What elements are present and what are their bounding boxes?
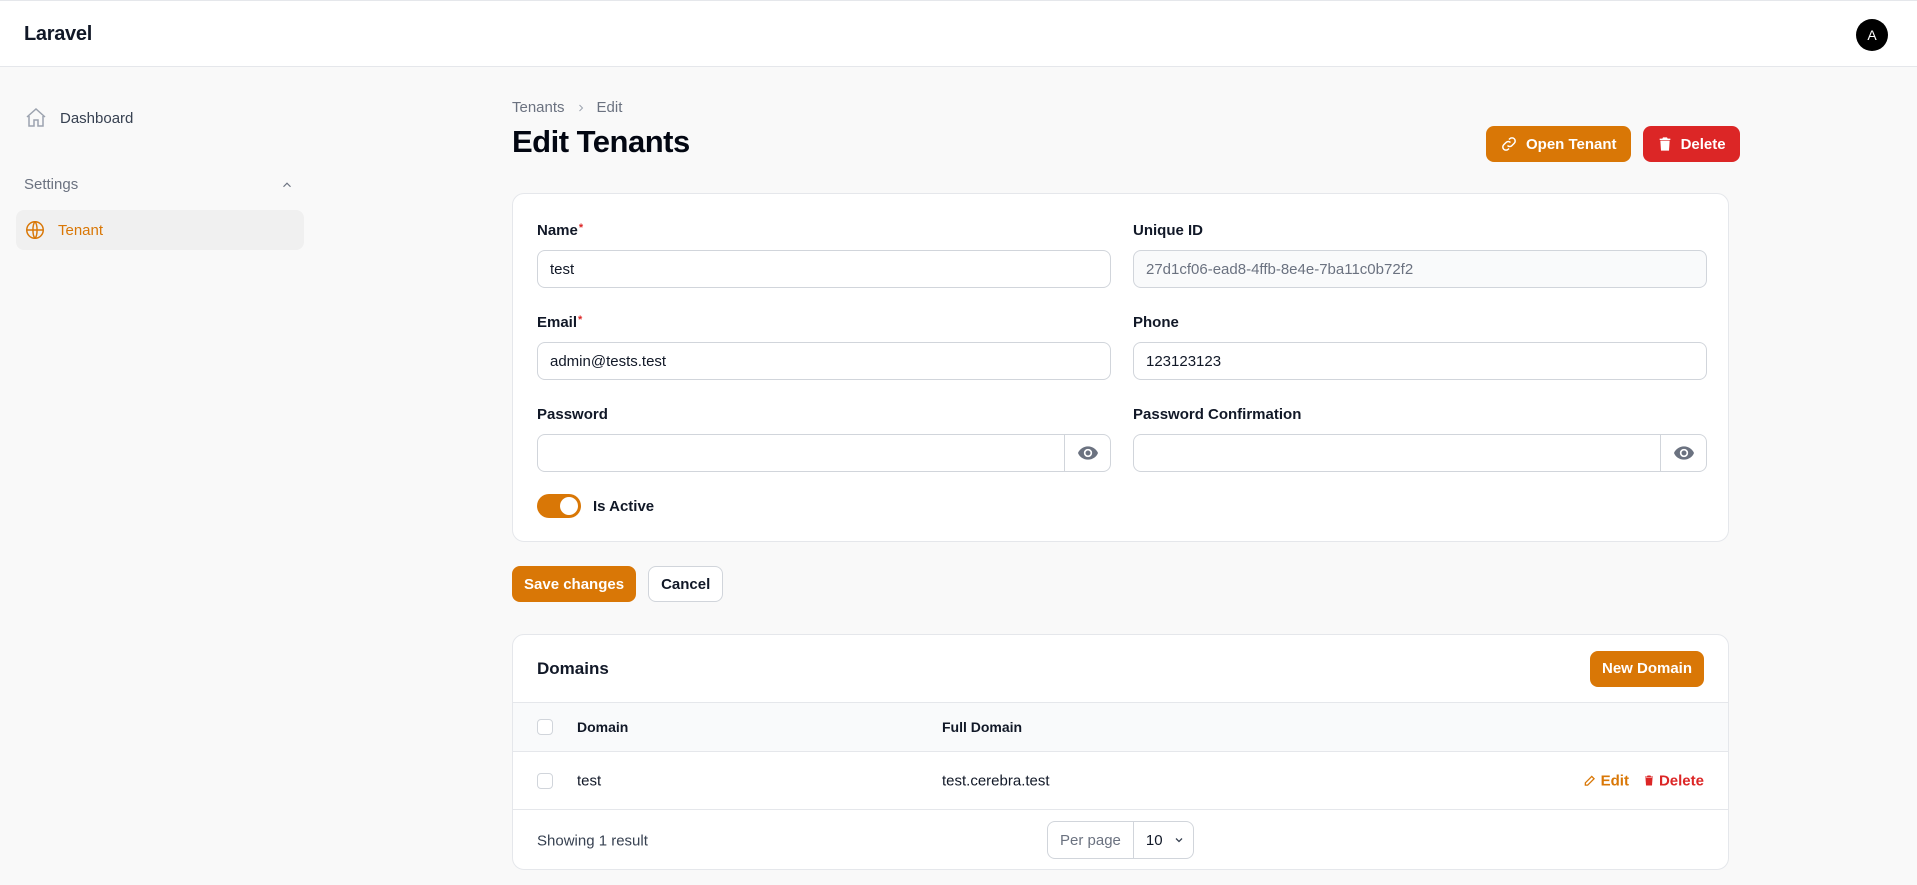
cancel-button[interactable]: Cancel: [648, 566, 724, 602]
name-label: Name*: [537, 222, 584, 239]
trash-icon: [1659, 137, 1670, 151]
sidebar-group-label: Settings: [24, 176, 79, 193]
domains-table-card: Domains New Domain Domain Full Domain te…: [512, 634, 1729, 870]
table-header: Domain Full Domain: [513, 703, 1728, 752]
sidebar-item-label: Tenant: [58, 221, 104, 239]
phone-field[interactable]: 123123123: [1133, 342, 1707, 380]
chevron-up-icon[interactable]: [280, 178, 294, 192]
chevron-right-icon: [578, 104, 583, 111]
page-title: Edit Tenants: [512, 124, 690, 159]
cell-domain: test: [577, 772, 602, 789]
breadcrumb-tenants[interactable]: Tenants: [512, 99, 565, 116]
sidebar-item-tenant[interactable]: Tenant: [16, 210, 304, 250]
phone-label: Phone: [1133, 314, 1179, 331]
column-header-full-domain[interactable]: Full Domain: [942, 719, 1022, 735]
cell-full-domain: test.cerebra.test: [942, 772, 1050, 789]
globe-icon: [26, 221, 44, 239]
breadcrumb-current: Edit: [596, 99, 623, 116]
row-edit-link[interactable]: Edit: [1583, 772, 1629, 789]
row-actions: Edit Delete: [1583, 772, 1704, 789]
sidebar-item-dashboard[interactable]: Dashboard: [24, 106, 133, 130]
email-label: Email*: [537, 314, 583, 331]
breadcrumb: Tenants Edit: [512, 99, 622, 116]
per-page-select[interactable]: Per page 10: [1047, 821, 1194, 859]
delete-tenant-button[interactable]: Delete: [1642, 126, 1740, 162]
unique-id-label: Unique ID: [1133, 222, 1203, 239]
row-delete-link[interactable]: Delete: [1643, 772, 1704, 789]
brand-logo[interactable]: Laravel: [24, 23, 92, 46]
unique-id-field: 27d1cf06-ead8-4ffb-8e4e-7ba11c0b72f2: [1133, 250, 1707, 288]
save-changes-button[interactable]: Save changes: [512, 566, 637, 602]
password-field[interactable]: [537, 434, 1111, 472]
email-field[interactable]: admin@tests.test: [537, 342, 1111, 380]
trash-icon: [1644, 775, 1653, 786]
user-avatar[interactable]: A: [1856, 19, 1888, 51]
is-active-label: Is Active: [593, 497, 655, 515]
link-icon: [1502, 137, 1516, 151]
table-footer: Showing 1 result Per page 10: [513, 810, 1728, 869]
password-confirmation-label: Password Confirmation: [1133, 406, 1302, 423]
per-page-label: Per page: [1048, 822, 1134, 858]
form-actions: Save changes Cancel: [512, 566, 724, 602]
delete-tenant-label: Delete: [1680, 135, 1726, 153]
select-all-checkbox[interactable]: [537, 719, 553, 735]
row-delete-label: Delete: [1658, 772, 1704, 789]
domains-title: Domains: [537, 658, 609, 678]
results-summary: Showing 1 result: [537, 832, 648, 849]
domains-header: Domains New Domain: [513, 635, 1728, 703]
password-confirmation-field[interactable]: [1133, 434, 1707, 472]
name-field[interactable]: test: [537, 250, 1111, 288]
open-tenant-label: Open Tenant: [1526, 135, 1617, 153]
eye-icon[interactable]: [1064, 435, 1110, 471]
sidebar-item-label: Dashboard: [60, 109, 134, 127]
tenant-form: Name* test Unique ID 27d1cf06-ead8-4ffb-…: [512, 193, 1729, 542]
header-actions: Open Tenant Delete: [1486, 126, 1740, 162]
is-active-toggle[interactable]: [537, 494, 581, 518]
password-label: Password: [537, 406, 608, 423]
eye-icon[interactable]: [1660, 435, 1706, 471]
row-edit-label: Edit: [1600, 772, 1629, 789]
topbar: Laravel A: [0, 0, 1917, 67]
row-checkbox[interactable]: [537, 772, 553, 789]
open-tenant-button[interactable]: Open Tenant: [1486, 126, 1631, 162]
edit-icon: [1584, 775, 1595, 786]
new-domain-button[interactable]: New Domain: [1589, 650, 1704, 687]
column-header-domain[interactable]: Domain: [577, 719, 628, 735]
sidebar-group-settings[interactable]: Settings: [24, 176, 294, 193]
home-icon: [26, 107, 46, 127]
per-page-value: 10: [1145, 831, 1163, 849]
is-active-control: Is Active: [537, 494, 654, 518]
chevron-down-icon: [1175, 838, 1183, 843]
table-row: test test.cerebra.test Edit Delete: [513, 752, 1728, 810]
per-page-value-wrap[interactable]: 10: [1134, 832, 1193, 849]
